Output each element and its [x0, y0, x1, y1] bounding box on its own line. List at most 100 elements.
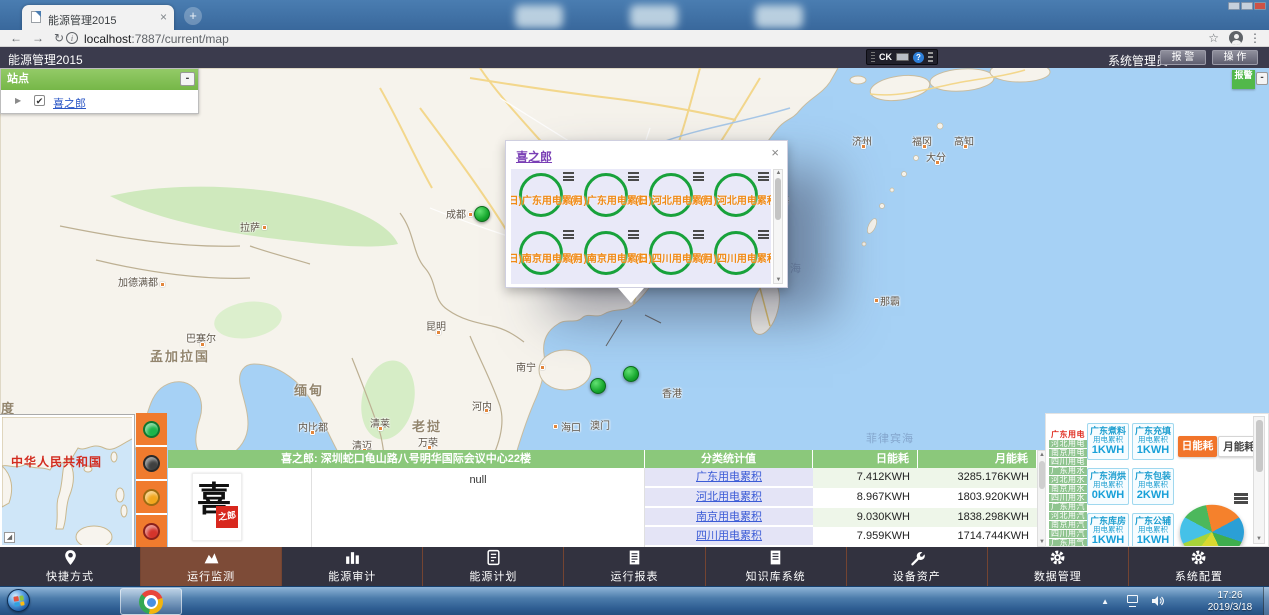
nav-item-shortcuts[interactable]: 快捷方式	[0, 547, 140, 586]
popup-site-link[interactable]: 喜之郎	[516, 148, 552, 165]
nav-item-audit[interactable]: 能源审计	[281, 547, 422, 586]
table-row: 南京用电累积 9.030KWH 1838.298KWH	[645, 508, 1037, 528]
status-legend	[136, 413, 167, 547]
operate-button[interactable]: 操 作	[1212, 50, 1258, 65]
gauge-label[interactable]: (月)四川用电累积	[700, 250, 771, 265]
chart-menu-icon[interactable]	[1234, 493, 1248, 504]
panel-scrollbar[interactable]: ▼	[1253, 416, 1265, 544]
ime-help-icon[interactable]: ?	[913, 52, 924, 63]
gauge[interactable]: (日)河北用电累积	[641, 169, 706, 227]
volume-icon[interactable]	[1151, 595, 1165, 607]
chart-menu-icon[interactable]	[628, 172, 639, 181]
chart-menu-icon[interactable]	[563, 230, 574, 239]
nav-item-assets[interactable]: 设备资产	[846, 547, 987, 586]
gauge[interactable]: (日)广东用电累积	[511, 169, 576, 227]
bookmark-star-icon[interactable]: ☆	[1208, 31, 1219, 45]
stat-tile[interactable]: 广东库房 用电累积 1KWH	[1087, 513, 1129, 547]
tree-expand-icon[interactable]: ▶	[15, 96, 21, 105]
site-checkbox[interactable]: ✔	[34, 95, 45, 106]
gauge[interactable]: (月)南京用电累积	[576, 227, 641, 284]
window-maximize-button[interactable]	[1241, 2, 1253, 10]
scroll-down-icon[interactable]: ▼	[1254, 536, 1264, 542]
url-field[interactable]: localhost:7887/current/map	[84, 32, 229, 46]
gauge[interactable]: (月)广东用电累积	[576, 169, 641, 227]
taskbar-clock[interactable]: 17:26 2019/3/18	[1199, 590, 1261, 614]
bar-chart-icon	[344, 549, 361, 566]
nav-item-monitoring[interactable]: 运行监测	[140, 547, 281, 586]
chart-menu-icon[interactable]	[758, 230, 769, 239]
stat-tile[interactable]: 广东公辅 用电累积 1KWH	[1132, 513, 1174, 547]
site-marker-icon[interactable]	[590, 378, 606, 394]
gauge[interactable]: (日)四川用电累积	[641, 227, 706, 284]
browser-menu-icon[interactable]: ⋮	[1249, 31, 1261, 45]
chart-menu-icon[interactable]	[563, 172, 574, 181]
chart-menu-icon[interactable]	[628, 230, 639, 239]
alarm-panel-collapse-button[interactable]: -	[1256, 72, 1268, 85]
scrollbar-thumb[interactable]	[775, 178, 781, 220]
ime-mode-label[interactable]: CK	[879, 52, 892, 62]
energy-pie-chart[interactable]	[1180, 505, 1244, 547]
table-rows: 广东用电累积 7.412KWH 3285.176KWH 河北用电累积 8.967…	[645, 468, 1037, 547]
show-desktop-button[interactable]	[1263, 587, 1269, 615]
tray-expand-icon[interactable]: ▲	[1101, 597, 1109, 606]
scroll-up-icon[interactable]: ▲	[775, 170, 782, 176]
category-link[interactable]: 四川用电累积	[696, 530, 762, 542]
site-info-icon[interactable]: i	[66, 32, 78, 44]
site-link[interactable]: 喜之郎	[53, 95, 86, 111]
address-bar: ← → ↻ i localhost:7887/current/map ☆ ⋮	[0, 30, 1269, 47]
category-link[interactable]: 南京用电累积	[696, 511, 762, 523]
gauge[interactable]: (日)南京用电累积	[511, 227, 576, 284]
chart-menu-icon[interactable]	[758, 172, 769, 181]
map-label: 孟加拉国	[150, 346, 210, 365]
site-marker-icon[interactable]	[474, 206, 490, 222]
gauge[interactable]: (月)河北用电累积	[706, 169, 771, 227]
stat-tile[interactable]: 广东消烘 用电累积 0KWH	[1087, 468, 1129, 505]
window-close-button[interactable]	[1254, 2, 1266, 10]
category-link[interactable]: 河北用电累积	[696, 491, 762, 503]
stat-tile[interactable]: 广东包装 用电累积 2KWH	[1132, 468, 1174, 505]
forward-icon[interactable]: →	[32, 31, 44, 46]
popup-scrollbar[interactable]: ▲ ▼	[773, 169, 783, 284]
gauge-label[interactable]: (月)河北用电累积	[700, 192, 771, 207]
start-button[interactable]	[7, 589, 30, 612]
browser-tab[interactable]: 能源管理2015 ×	[22, 5, 174, 30]
chart-menu-icon[interactable]	[693, 172, 704, 181]
minimap-expand-icon[interactable]: ◢	[4, 532, 15, 543]
stat-tile[interactable]: 广东充填 用电累积 1KWH	[1132, 423, 1174, 460]
site-marker-icon[interactable]	[623, 366, 639, 382]
taskbar-chrome-button[interactable]	[120, 588, 182, 615]
network-icon[interactable]	[1127, 595, 1141, 607]
nav-item-knowledge[interactable]: 知识库系统	[705, 547, 846, 586]
alarm-button[interactable]: 报 警	[1160, 50, 1206, 65]
nav-item-plan[interactable]: 能源计划	[422, 547, 563, 586]
popup-close-icon[interactable]: ×	[771, 145, 779, 160]
stat-tile[interactable]: 广东煮料 用电累积 1KWH	[1087, 423, 1129, 460]
scrollbar-thumb[interactable]	[1256, 420, 1263, 472]
category-link[interactable]: 广东用电累积	[696, 471, 762, 483]
tab-close-icon[interactable]: ×	[160, 10, 167, 24]
new-tab-button[interactable]: +	[184, 7, 202, 25]
ime-grip-icon[interactable]	[871, 52, 875, 62]
keyboard-icon[interactable]	[896, 53, 909, 61]
window-minimize-button[interactable]	[1228, 2, 1240, 10]
site-logo-cell: 喜 之郎	[168, 468, 312, 547]
ime-options-icon[interactable]	[928, 52, 933, 62]
profile-avatar[interactable]	[1229, 31, 1243, 45]
chart-menu-icon[interactable]	[693, 230, 704, 239]
gauge[interactable]: (月)四川用电累积	[706, 227, 771, 284]
taskbar: ▲ 17:26 2019/3/18	[0, 586, 1269, 615]
knowledge-doc-icon	[767, 549, 784, 566]
site-panel-collapse-button[interactable]: -	[180, 72, 195, 86]
tab-day-energy[interactable]: 日能耗	[1178, 436, 1217, 457]
ime-toolbar[interactable]: CK ?	[866, 49, 938, 65]
nav-item-config[interactable]: 系统配置	[1128, 547, 1269, 586]
map-label: 成都	[446, 206, 466, 221]
overview-minimap[interactable]: 中华人民共和国 ◢	[0, 415, 134, 547]
map-city-dot	[262, 225, 267, 230]
alarm-panel-toggle[interactable]: 报警	[1232, 70, 1255, 89]
reload-icon[interactable]: ↻	[54, 31, 64, 46]
nav-item-data[interactable]: 数据管理	[987, 547, 1128, 586]
scroll-down-icon[interactable]: ▼	[775, 277, 782, 283]
back-icon[interactable]: ←	[10, 31, 22, 46]
nav-item-reports[interactable]: 运行报表	[563, 547, 704, 586]
